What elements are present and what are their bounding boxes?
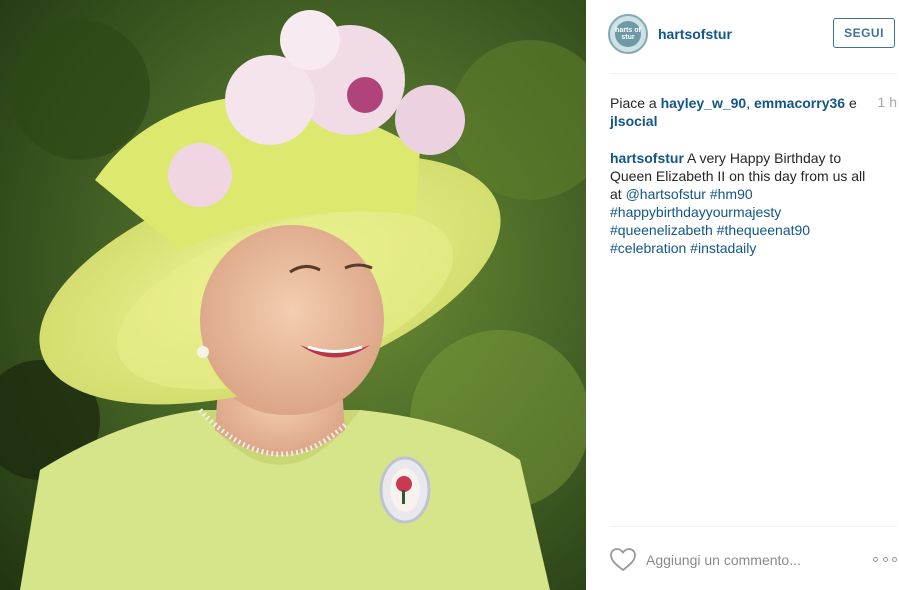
liker-link[interactable]: hayley_w_90 bbox=[661, 95, 747, 111]
username-link[interactable]: hartsofstur bbox=[658, 26, 732, 42]
hashtag-link[interactable]: #hm90 bbox=[710, 186, 753, 202]
likes-prefix: Piace a bbox=[610, 95, 657, 111]
dot-icon bbox=[873, 556, 878, 562]
liker-link[interactable]: emmacorry36 bbox=[754, 95, 845, 111]
hashtag-link[interactable]: #queenelizabeth bbox=[610, 222, 713, 238]
mention-link[interactable]: @hartsofstur bbox=[626, 186, 706, 202]
post-header: harts of stur hartsofstur SEGUI bbox=[608, 14, 898, 58]
header-divider bbox=[610, 73, 897, 74]
post-time[interactable]: 1 h bbox=[878, 94, 897, 110]
photo-illustration bbox=[0, 0, 586, 590]
post-side-panel: harts of stur hartsofstur SEGUI Piace a … bbox=[586, 0, 899, 590]
likes-summary: Piace a hayley_w_90, emmacorry36 e jlsoc… bbox=[610, 94, 860, 130]
follow-button[interactable]: SEGUI bbox=[833, 18, 895, 48]
hashtag-link[interactable]: #instadaily bbox=[690, 240, 756, 256]
caption-author-link[interactable]: hartsofstur bbox=[610, 150, 684, 166]
hashtag-link[interactable]: #happybirthdayyourmajesty bbox=[610, 204, 781, 220]
dot-icon bbox=[892, 556, 897, 562]
hashtag-link[interactable]: #celebration bbox=[610, 240, 686, 256]
post-caption: hartsofstur A very Happy Birthday to Que… bbox=[610, 149, 880, 257]
liker-link[interactable]: jlsocial bbox=[610, 113, 657, 129]
footer-divider bbox=[610, 526, 897, 527]
comment-input[interactable] bbox=[646, 549, 846, 571]
avatar-logo: harts of stur bbox=[615, 21, 641, 47]
likes-conjunction: e bbox=[848, 95, 857, 111]
hashtag-link[interactable]: #thequeenat90 bbox=[717, 222, 810, 238]
heart-outline-icon[interactable] bbox=[610, 548, 636, 572]
dot-icon bbox=[882, 556, 888, 562]
post-photo[interactable] bbox=[0, 0, 586, 590]
avatar[interactable]: harts of stur bbox=[608, 14, 648, 54]
more-options-icon[interactable] bbox=[873, 553, 897, 565]
likes-separator: , bbox=[746, 95, 751, 111]
